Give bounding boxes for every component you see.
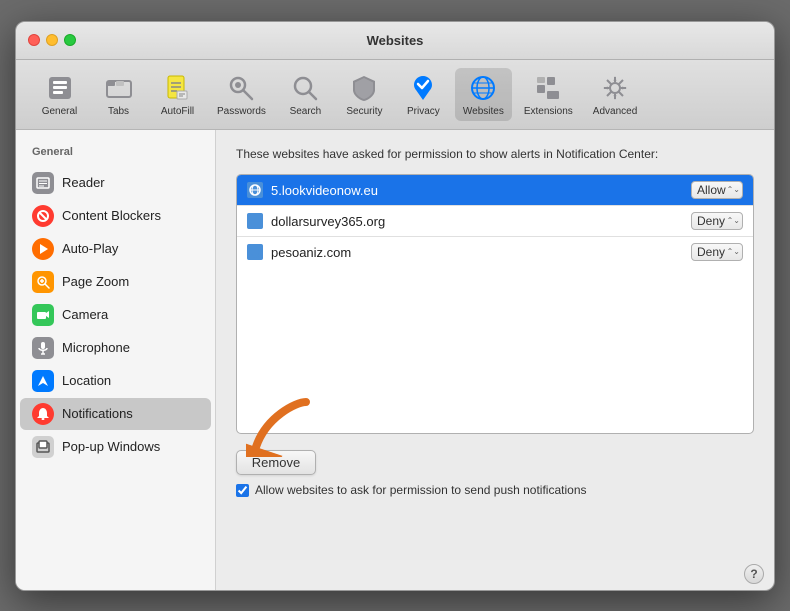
site-name-3: pesoaniz.com [271,245,691,260]
location-icon [32,370,54,392]
traffic-lights [28,34,76,46]
toolbar-label-search: Search [290,106,322,117]
search-icon [289,72,321,104]
sidebar-item-label-content-blockers: Content Blockers [62,208,161,223]
help-button[interactable]: ? [744,564,764,584]
websites-icon [467,72,499,104]
advanced-icon [599,72,631,104]
toolbar-label-advanced: Advanced [593,106,637,117]
site-name-2: dollarsurvey365.org [271,214,691,229]
panel: These websites have asked for permission… [216,130,774,560]
sidebar-item-label-camera: Camera [62,307,108,322]
page-zoom-icon [32,271,54,293]
toolbar-item-privacy[interactable]: Privacy [396,68,451,121]
permission-select-1[interactable]: Allow Deny [691,181,743,199]
sidebar-item-label-microphone: Microphone [62,340,130,355]
tabs-icon [103,72,135,104]
sidebar-header: General [16,142,215,166]
sidebar-item-label-popup-windows: Pop-up Windows [62,439,160,454]
toolbar-label-websites: Websites [463,106,504,117]
toolbar-label-security: Security [346,106,382,117]
sidebar-item-label-page-zoom: Page Zoom [62,274,129,289]
permission-select-3[interactable]: Allow Deny [691,243,743,261]
panel-description: These websites have asked for permission… [236,146,754,163]
toolbar-item-security[interactable]: Security [337,68,392,121]
remove-button[interactable]: Remove [236,450,316,475]
toolbar-item-advanced[interactable]: Advanced [585,68,645,121]
toolbar-label-autofill: AutoFill [161,106,194,117]
toolbar-item-autofill[interactable]: AutoFill [150,68,205,121]
toolbar-item-search[interactable]: Search [278,68,333,121]
passwords-icon [225,72,257,104]
titlebar: Websites [16,22,774,60]
sidebar-item-page-zoom[interactable]: Page Zoom [20,266,211,298]
toolbar-label-privacy: Privacy [407,106,440,117]
permission-select-wrapper-2: Allow Deny [691,212,743,230]
security-icon [348,72,380,104]
sidebar-item-label-reader: Reader [62,175,105,190]
site-permission-3: Allow Deny [691,243,743,261]
sidebar-item-location[interactable]: Location [20,365,211,397]
general-icon [44,72,76,104]
site-favicon-1 [247,182,263,198]
toolbar-item-passwords[interactable]: Passwords [209,68,274,121]
main-window: Websites General [15,21,775,591]
sidebar-item-camera[interactable]: Camera [20,299,211,331]
popup-windows-icon [32,436,54,458]
toolbar-item-websites[interactable]: Websites [455,68,512,121]
toolbar-label-tabs: Tabs [108,106,129,117]
site-favicon-3 [247,244,263,260]
minimize-button[interactable] [46,34,58,46]
toolbar-item-tabs[interactable]: Tabs [91,68,146,121]
close-button[interactable] [28,34,40,46]
toolbar-label-general: General [42,106,78,117]
microphone-icon [32,337,54,359]
toolbar-label-passwords: Passwords [217,106,266,117]
sidebar-item-notifications[interactable]: Notifications [20,398,211,430]
sidebar-item-auto-play[interactable]: Auto-Play [20,233,211,265]
websites-table: 5.lookvideonow.eu Allow Deny [236,174,754,434]
toolbar-item-extensions[interactable]: Extensions [516,68,581,121]
push-notifications-checkbox[interactable] [236,484,249,497]
push-notifications-label: Allow websites to ask for permission to … [255,483,587,497]
sidebar-item-microphone[interactable]: Microphone [20,332,211,364]
auto-play-icon [32,238,54,260]
site-name-1: 5.lookvideonow.eu [271,183,691,198]
panel-wrapper: These websites have asked for permission… [216,130,774,590]
sidebar-item-label-notifications: Notifications [62,406,133,421]
camera-icon [32,304,54,326]
site-favicon-2 [247,213,263,229]
permission-select-2[interactable]: Allow Deny [691,212,743,230]
site-permission-1: Allow Deny [691,181,743,199]
checkbox-row: Allow websites to ask for permission to … [236,483,754,497]
autofill-icon [162,72,194,104]
sidebar-item-reader[interactable]: Reader [20,167,211,199]
privacy-icon [407,72,439,104]
table-row[interactable]: dollarsurvey365.org Allow Deny [237,206,753,237]
sidebar-item-content-blockers[interactable]: Content Blockers [20,200,211,232]
toolbar: General Tabs [16,60,774,130]
site-permission-2: Allow Deny [691,212,743,230]
main-content: General Reader [16,130,774,590]
reader-icon [32,172,54,194]
sidebar: General Reader [16,130,216,590]
notifications-icon [32,403,54,425]
sidebar-item-label-auto-play: Auto-Play [62,241,118,256]
table-row[interactable]: pesoaniz.com Allow Deny [237,237,753,267]
bottom-controls: Remove Allow websites to ask for permiss… [236,450,754,497]
maximize-button[interactable] [64,34,76,46]
permission-select-wrapper-1: Allow Deny [691,181,743,199]
permission-select-wrapper-3: Allow Deny [691,243,743,261]
help-area: ? [216,560,774,590]
window-title: Websites [367,33,424,48]
extensions-icon [532,72,564,104]
toolbar-label-extensions: Extensions [524,106,573,117]
table-row[interactable]: 5.lookvideonow.eu Allow Deny [237,175,753,206]
toolbar-item-general[interactable]: General [32,68,87,121]
sidebar-item-popup-windows[interactable]: Pop-up Windows [20,431,211,463]
content-blockers-icon [32,205,54,227]
sidebar-item-label-location: Location [62,373,111,388]
